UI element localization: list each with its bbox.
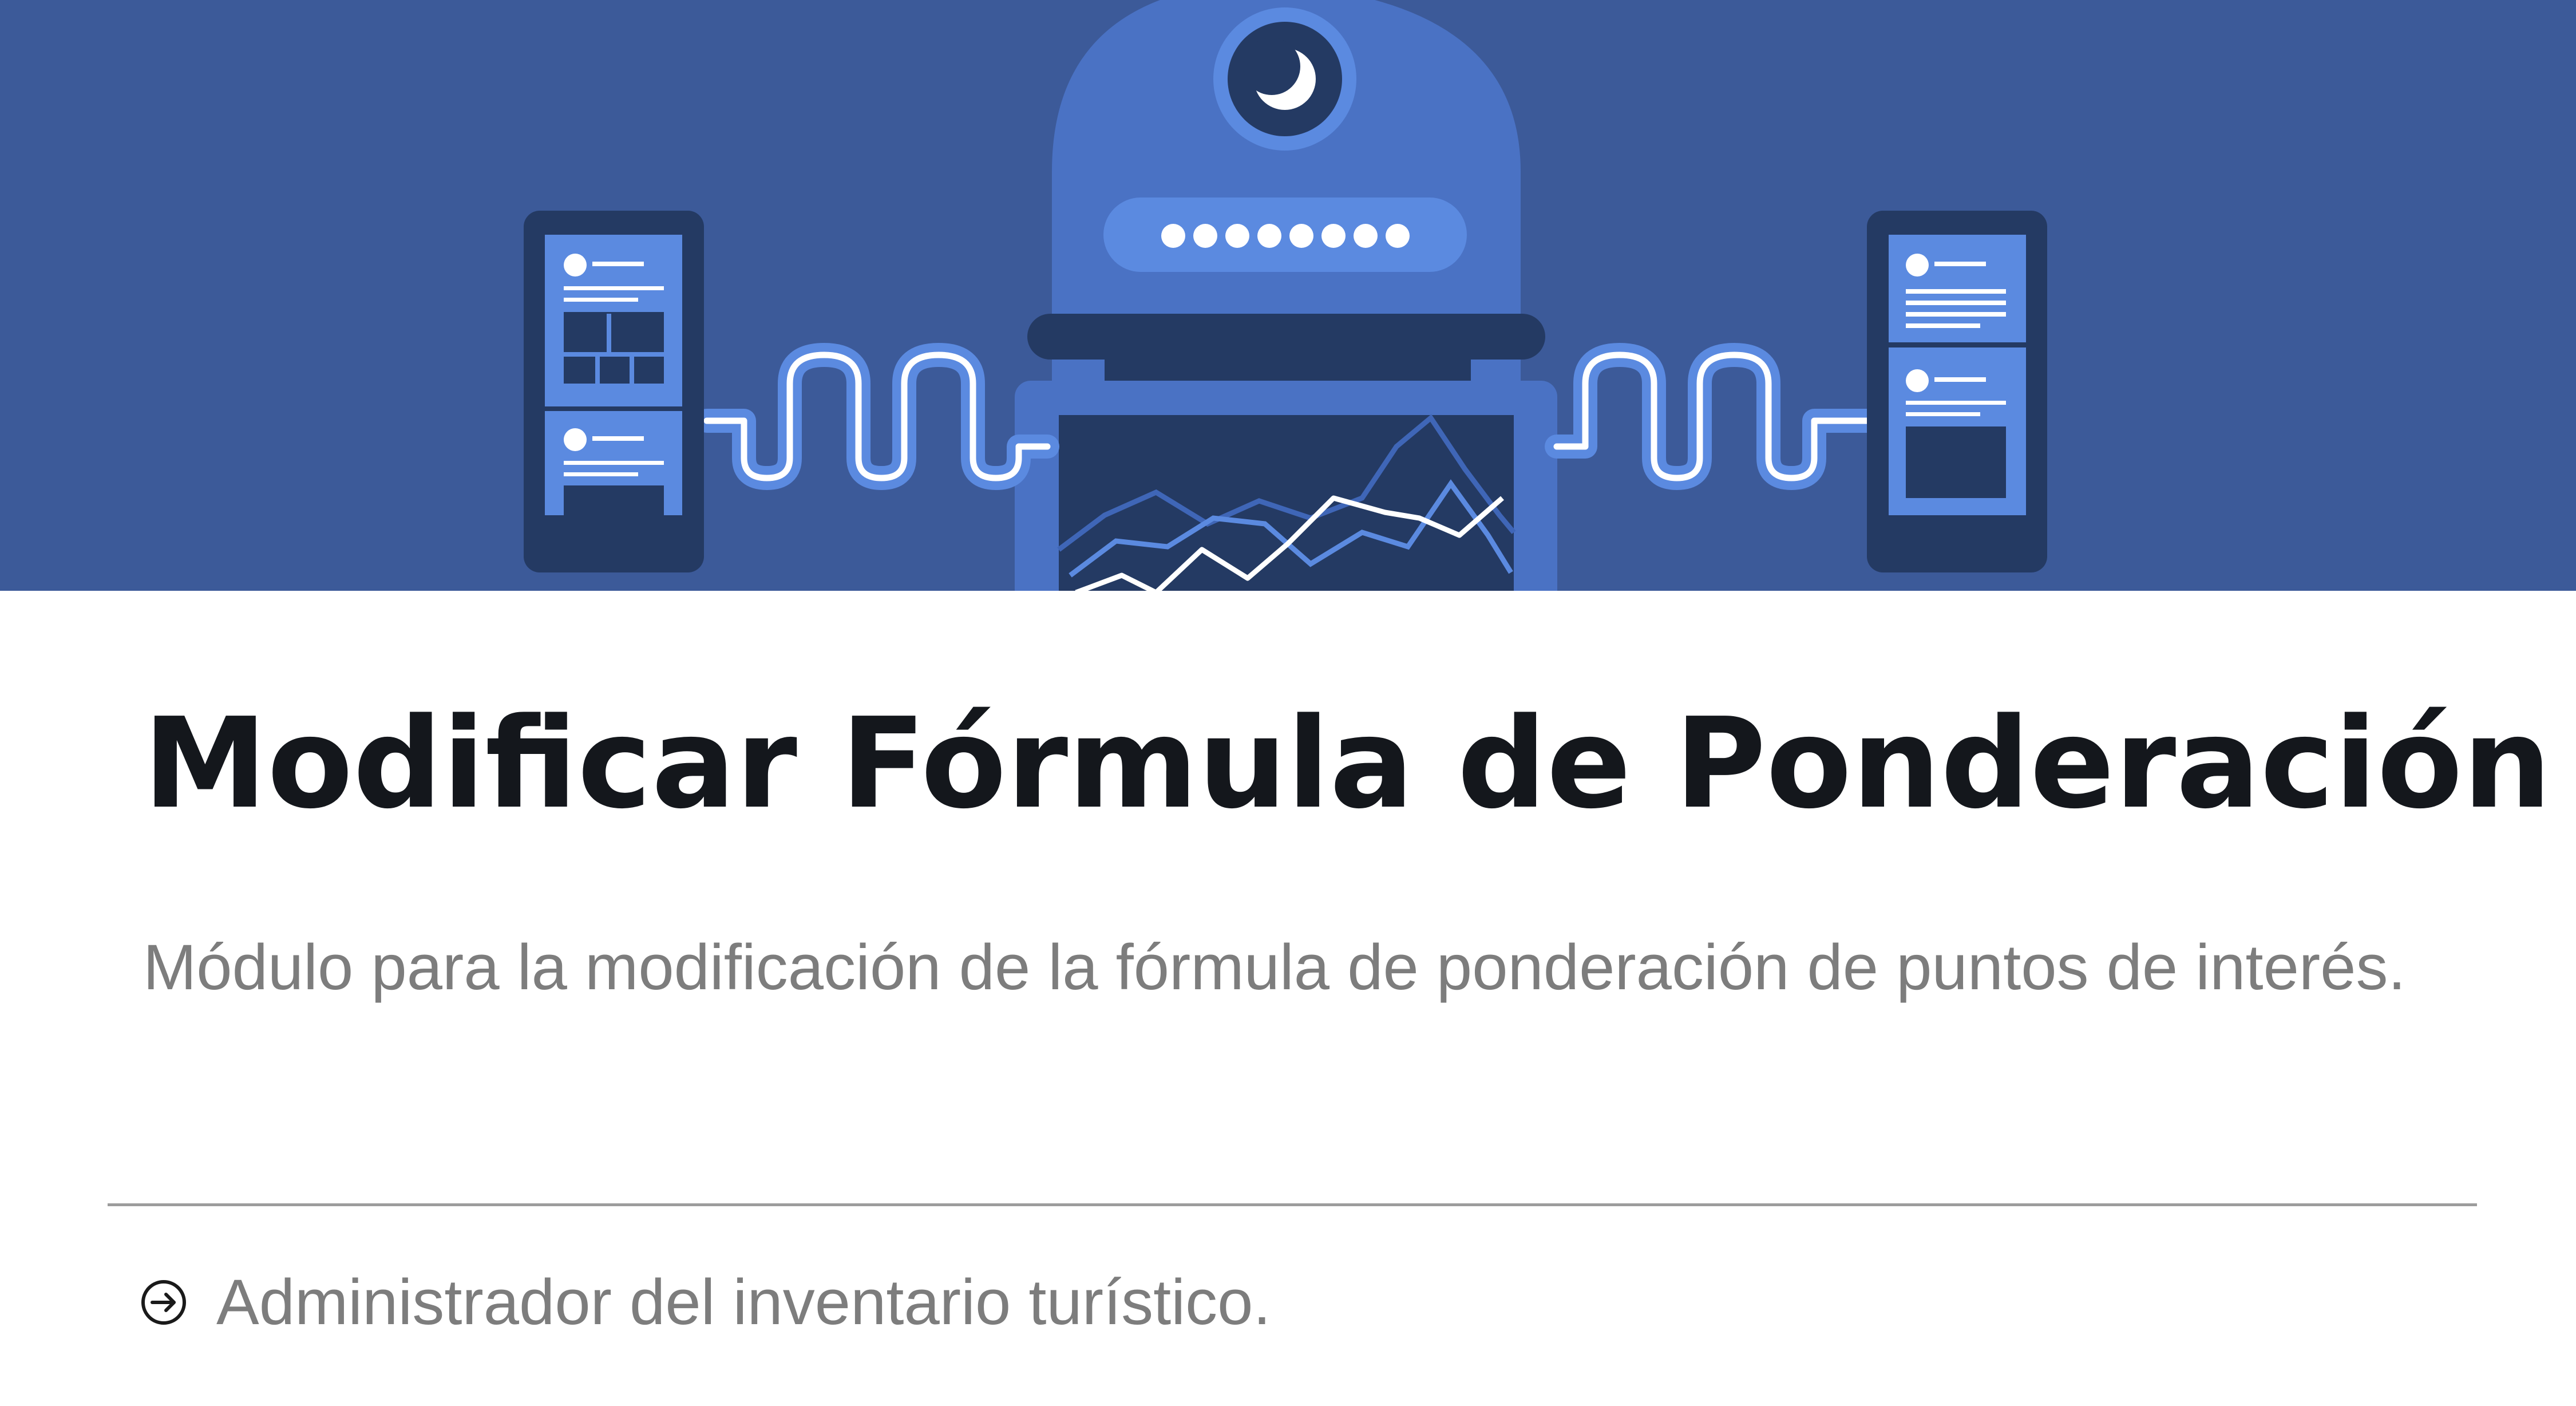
banner bbox=[0, 0, 2576, 591]
audience-label: Administrador del inventario turístico. bbox=[216, 1266, 1271, 1338]
description-text: Módulo para la modificación de la fórmul… bbox=[143, 931, 2406, 1003]
monitor-chart-icon bbox=[1015, 381, 1557, 591]
robot-eye-icon bbox=[1213, 7, 1356, 151]
arrow-right-circle-icon bbox=[141, 1280, 186, 1325]
right-phone-icon bbox=[1867, 211, 2047, 572]
left-wave-connector bbox=[695, 343, 1059, 490]
divider bbox=[108, 1203, 2477, 1206]
audience-row: Administrador del inventario turístico. bbox=[140, 1262, 1271, 1342]
robot-illustration bbox=[524, 0, 2047, 591]
password-dots-icon bbox=[1103, 198, 1467, 272]
right-wave-connector bbox=[1545, 343, 1881, 490]
left-phone-icon bbox=[524, 211, 704, 572]
feature-card: Modificar Fórmula de Ponderación Módulo … bbox=[0, 0, 2576, 1406]
page-title: Modificar Fórmula de Ponderación bbox=[143, 692, 2552, 836]
